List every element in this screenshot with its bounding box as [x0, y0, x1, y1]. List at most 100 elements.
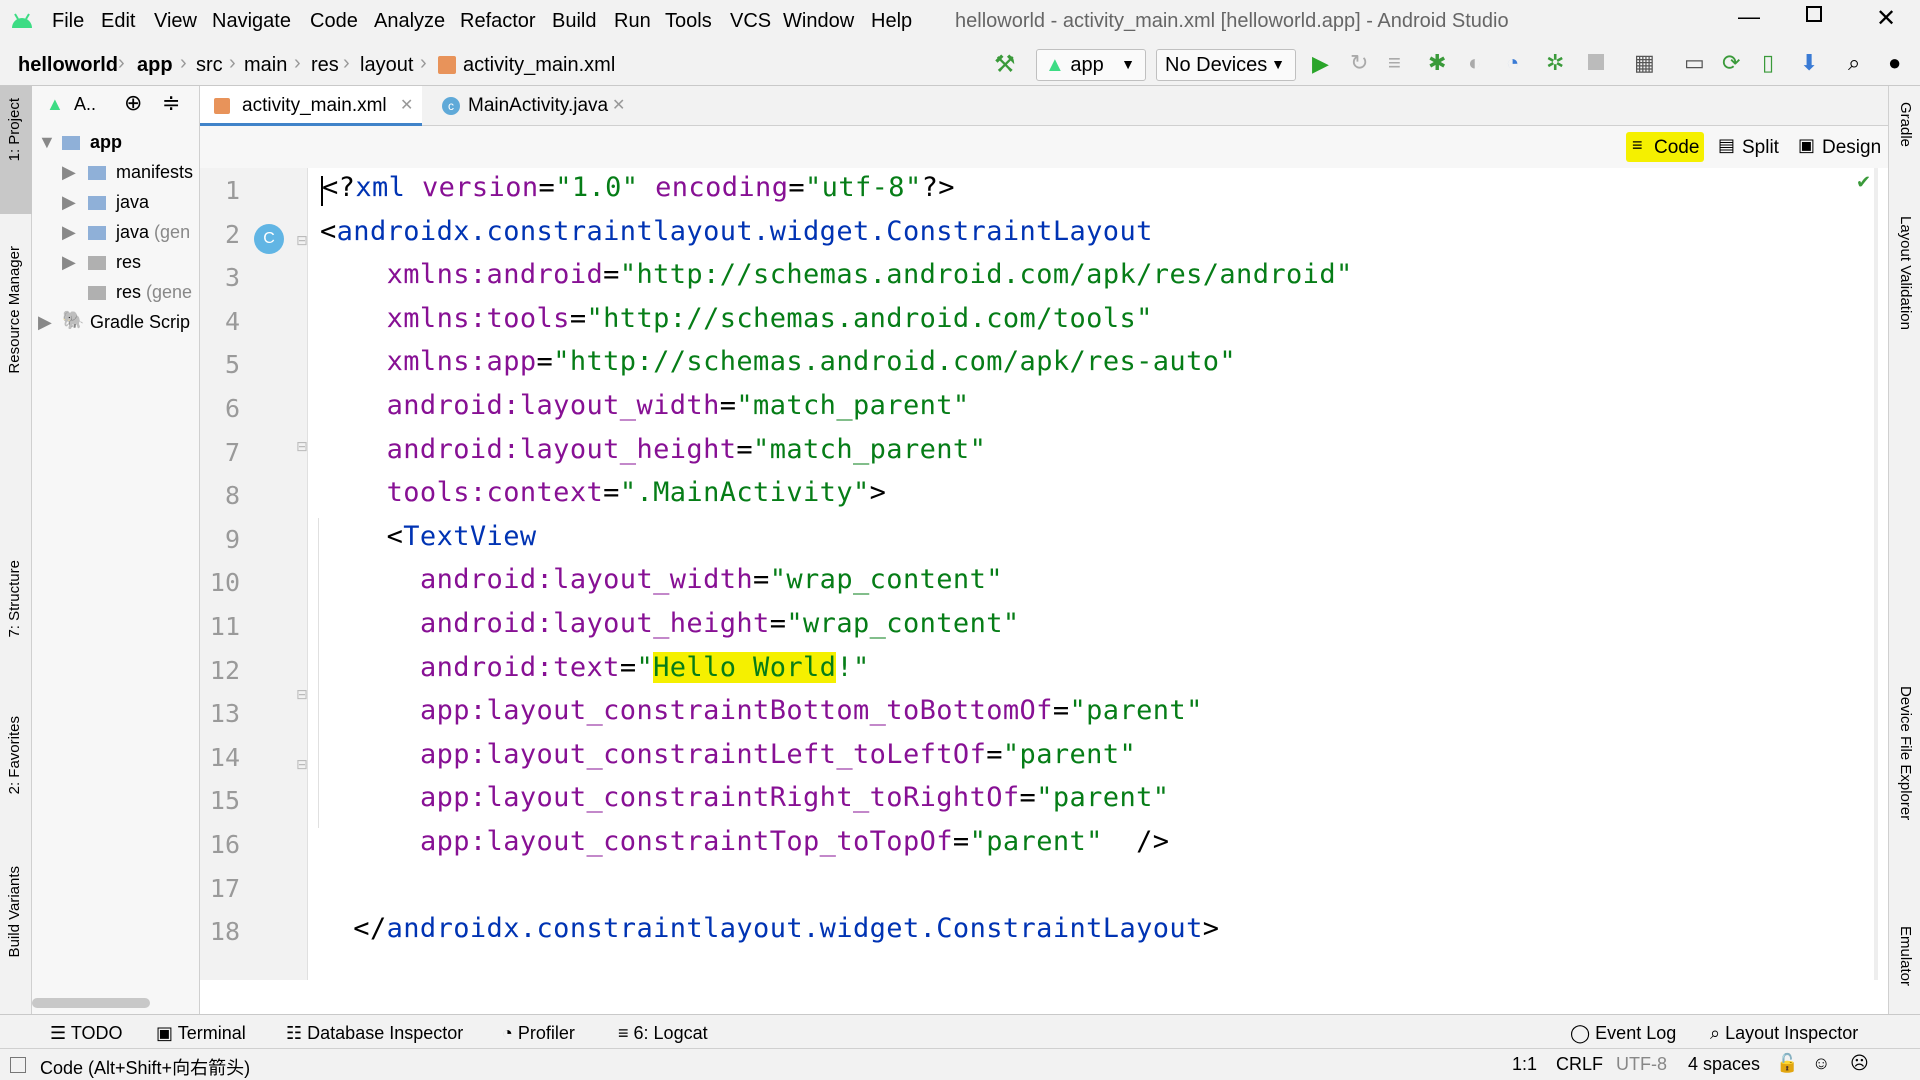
tree-item-app[interactable]: app	[90, 132, 122, 153]
code-editor[interactable]: <?xml version="1.0" encoding="utf-8"?> <a…	[308, 168, 1878, 980]
project-structure-icon[interactable]: ▦	[1634, 50, 1655, 76]
menu-file[interactable]: File	[52, 10, 84, 33]
apply-code-changes-icon[interactable]: ≡	[1388, 50, 1401, 76]
tree-item-java[interactable]: java	[116, 192, 149, 213]
sync-gradle-icon[interactable]: ⟳	[1722, 50, 1740, 76]
tool-tab-structure[interactable]: 7: Structure	[6, 560, 23, 638]
menu-view[interactable]: View	[154, 10, 197, 33]
design-mode-button[interactable]: ▣ Design	[1796, 132, 1886, 162]
cursor-position[interactable]: 1:1	[1512, 1054, 1537, 1075]
expand-arrow-icon[interactable]: ▶	[62, 192, 76, 213]
menu-analyze[interactable]: Analyze	[374, 10, 445, 33]
stop-icon[interactable]	[1588, 54, 1604, 70]
fold-icon[interactable]: ⊟	[296, 232, 308, 249]
breadcrumb-file[interactable]: activity_main.xml	[463, 54, 615, 77]
tab-mainactivity-java[interactable]: c MainActivity.java ✕	[432, 86, 632, 126]
file-encoding[interactable]: UTF-8	[1616, 1054, 1667, 1075]
collapse-icon[interactable]: ≑	[162, 90, 180, 116]
coverage-icon[interactable]: ◐	[1468, 50, 1481, 76]
account-icon[interactable]: ●	[1888, 50, 1901, 76]
menu-edit[interactable]: Edit	[101, 10, 135, 33]
device-manager-icon[interactable]: ▯	[1762, 50, 1774, 76]
horizontal-scrollbar[interactable]	[32, 998, 150, 1008]
breadcrumb-project[interactable]: helloworld	[18, 54, 118, 77]
run-icon[interactable]: ▶	[1312, 51, 1329, 77]
tree-item-java-generated[interactable]: java (gen	[116, 222, 190, 243]
attach-debugger-icon[interactable]: ✲	[1546, 50, 1564, 76]
tool-tab-layout-inspector[interactable]: ⌕ Layout Inspector	[1710, 1023, 1858, 1044]
debug-icon[interactable]: ✱	[1428, 50, 1446, 76]
toggle-tool-windows-icon[interactable]	[10, 1057, 26, 1073]
breadcrumb-res[interactable]: res	[311, 54, 339, 77]
expand-arrow-icon[interactable]: ▼	[38, 132, 56, 153]
breadcrumb-main[interactable]: main	[244, 54, 287, 77]
tree-item-gradle-scripts[interactable]: Gradle Scrip	[90, 312, 190, 333]
project-view-selector[interactable]: A..	[74, 94, 96, 115]
fold-icon[interactable]: ⊟	[296, 438, 308, 455]
split-mode-button[interactable]: ▤ Split	[1716, 132, 1790, 162]
tool-tab-emulator[interactable]: Emulator	[1897, 926, 1914, 986]
close-tab-icon[interactable]: ✕	[400, 95, 413, 115]
sdk-manager-icon[interactable]: ⬇	[1800, 50, 1818, 76]
tool-tab-build-variants[interactable]: Build Variants	[6, 866, 23, 957]
device-dropdown[interactable]: No Devices ▼	[1156, 49, 1296, 81]
memory-icon[interactable]: ☹	[1850, 1053, 1869, 1074]
profile-icon[interactable]: ◔	[1506, 50, 1519, 76]
tool-tab-todo[interactable]: ☰ TODO	[50, 1023, 123, 1044]
line-separator[interactable]: CRLF	[1556, 1054, 1603, 1075]
close-icon[interactable]: ✕	[1876, 4, 1896, 33]
vertical-scrollbar[interactable]	[1874, 168, 1878, 980]
menu-run[interactable]: Run	[614, 10, 651, 33]
menu-build[interactable]: Build	[552, 10, 596, 33]
expand-arrow-icon[interactable]: ▶	[62, 162, 76, 183]
tool-tab-profiler[interactable]: ◔ Profiler	[502, 1023, 575, 1044]
feedback-icon[interactable]: ☺	[1812, 1053, 1830, 1074]
hammer-icon[interactable]: ⚒	[994, 50, 1016, 79]
class-marker-icon[interactable]: C	[254, 224, 284, 254]
fold-icon[interactable]: ⊟	[296, 756, 308, 773]
tree-item-res-generated[interactable]: res (gene	[116, 282, 192, 303]
tree-item-manifests[interactable]: manifests	[116, 162, 193, 183]
search-icon[interactable]: ⌕	[1848, 50, 1860, 76]
menu-refactor[interactable]: Refactor	[460, 10, 536, 33]
tool-tab-event-log[interactable]: ◯ Event Log	[1570, 1023, 1676, 1044]
menu-vcs[interactable]: VCS	[730, 10, 771, 33]
expand-arrow-icon[interactable]: ▶	[62, 222, 76, 243]
run-config-dropdown[interactable]: ▲ app ▼	[1036, 49, 1146, 81]
lock-icon[interactable]: 🔓	[1776, 1053, 1798, 1074]
tool-tab-favorites[interactable]: 2: Favorites	[6, 716, 23, 794]
tool-tab-database-inspector[interactable]: ☷ Database Inspector	[286, 1023, 463, 1044]
avd-manager-icon[interactable]: ▭	[1684, 50, 1705, 76]
indent-setting[interactable]: 4 spaces	[1688, 1054, 1760, 1075]
minimize-icon[interactable]: —	[1738, 4, 1760, 30]
tool-tab-device-file-explorer[interactable]: Device File Explorer	[1897, 686, 1914, 820]
fold-icon[interactable]: ⊟	[296, 686, 308, 703]
close-tab-icon[interactable]: ✕	[612, 95, 625, 115]
menu-navigate[interactable]: Navigate	[212, 10, 291, 33]
tool-tab-layout-validation[interactable]: Layout Validation	[1897, 216, 1914, 330]
apply-changes-icon[interactable]: ↻	[1350, 50, 1368, 76]
locate-icon[interactable]: ⊕	[124, 90, 142, 116]
tool-tab-logcat[interactable]: ≡ 6: Logcat	[618, 1023, 708, 1044]
tool-tab-terminal[interactable]: ▣ Terminal	[156, 1023, 246, 1044]
line-number: 9	[224, 524, 240, 554]
menu-help[interactable]: Help	[871, 10, 912, 33]
tool-tab-gradle[interactable]: Gradle	[1897, 102, 1914, 147]
tab-activity-main-xml[interactable]: activity_main.xml ✕	[200, 86, 422, 126]
tree-item-res[interactable]: res	[116, 252, 141, 273]
breadcrumb-app[interactable]: app	[137, 54, 173, 77]
menu-tools[interactable]: Tools	[665, 10, 712, 33]
code-line: xmlns:tools="http://schemas.android.com/…	[320, 303, 1153, 334]
menu-window[interactable]: Window	[783, 10, 854, 33]
expand-arrow-icon[interactable]: ▶	[38, 312, 52, 333]
menu-code[interactable]: Code	[310, 10, 358, 33]
code-token: <	[320, 215, 337, 247]
breadcrumb-src[interactable]: src	[196, 54, 223, 77]
tool-tab-resource-manager[interactable]: Resource Manager	[6, 246, 23, 374]
code-token: =	[788, 172, 806, 203]
code-mode-button[interactable]: ≡ Code	[1626, 132, 1704, 162]
breadcrumb-layout[interactable]: layout	[360, 54, 413, 77]
restore-icon[interactable]	[1806, 6, 1822, 22]
tool-tab-project[interactable]: 1: Project	[6, 98, 23, 161]
expand-arrow-icon[interactable]: ▶	[62, 252, 76, 273]
